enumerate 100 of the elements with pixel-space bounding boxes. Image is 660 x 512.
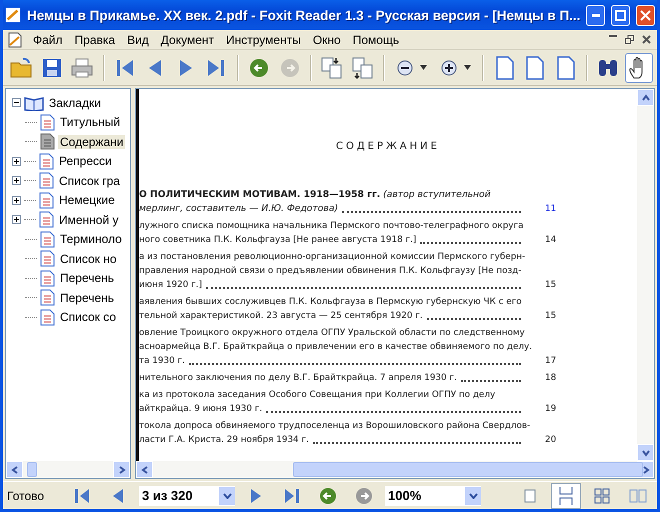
tree-item[interactable]: Немецкие <box>57 193 117 208</box>
plus-icon <box>13 196 20 204</box>
two-pages-icon <box>629 488 647 502</box>
restore-icon <box>625 35 634 44</box>
collapse-toggle[interactable] <box>12 98 21 108</box>
page-number: 18 <box>544 372 558 385</box>
continuous-page-icon <box>559 486 573 504</box>
expand-toggle[interactable] <box>12 156 21 166</box>
page-number: 14 <box>544 234 558 247</box>
continuous-view-button[interactable] <box>551 482 581 508</box>
vertical-scrollbar[interactable] <box>637 89 654 461</box>
document-icon <box>39 211 54 228</box>
rotate-pages-icon <box>350 56 375 80</box>
close-icon <box>640 10 652 20</box>
tree-item[interactable]: Перечень <box>58 271 116 286</box>
tree-item[interactable]: Список со <box>58 310 118 324</box>
expand-toggle[interactable] <box>12 196 21 205</box>
contents-entry-text: ласти Г.А. Криста. 29 ноября 1934 г. <box>139 434 309 447</box>
page-number: 17 <box>544 355 558 368</box>
document-icon <box>40 270 55 287</box>
chevron-up-icon <box>642 94 650 102</box>
tree-item[interactable]: Закладки <box>47 96 103 110</box>
menu-item[interactable]: Помощь <box>346 32 406 46</box>
tree-item[interactable]: Список гра <box>57 174 122 188</box>
menu-item[interactable]: Файл <box>27 32 69 46</box>
document-icon <box>40 114 55 131</box>
expand-toggle[interactable] <box>12 215 21 224</box>
page-icon <box>525 56 546 80</box>
contents-entry-text: нительного заключения по делу В.Г. Брайткрайца. 7 апреля 1930 г. <box>139 372 457 385</box>
tree-item[interactable]: Список но <box>58 252 119 266</box>
menu-item[interactable]: Окно <box>306 32 347 46</box>
printer-icon <box>70 56 94 78</box>
menu-item[interactable]: Инструменты <box>220 32 307 46</box>
chevron-left-icon <box>10 466 18 474</box>
minimize-icon <box>609 35 617 37</box>
close-icon <box>642 35 651 44</box>
document-icon <box>40 308 55 326</box>
menu-item[interactable]: Вид <box>121 32 155 46</box>
caret-down-icon <box>420 65 428 70</box>
tree-item[interactable]: Терминоло <box>58 232 124 246</box>
document-icon <box>40 289 55 306</box>
rotate-pages-icon <box>320 56 344 80</box>
chevron-right-icon <box>642 466 650 474</box>
contents-entry-text: мерлинг, составитель — И.Ю. Федотова) <box>139 202 338 216</box>
document-icon <box>40 133 55 150</box>
maximize-icon <box>615 10 626 20</box>
scrollbar-thumb[interactable] <box>293 462 643 477</box>
minimize-button[interactable] <box>586 4 606 26</box>
horizontal-scrollbar[interactable] <box>6 461 130 478</box>
page-icon <box>556 56 576 80</box>
scrollbar-thumb[interactable] <box>27 462 37 477</box>
tree-item[interactable]: Перечень <box>58 290 116 305</box>
contents-entry-text: ка из протокола заседания Особого Совещания при Коллегии ОГПУ по делу <box>139 389 496 402</box>
contents-entry-text: июня 1920 г.] <box>139 279 202 292</box>
menu-item[interactable]: Документ <box>154 32 220 46</box>
back-circle-icon <box>318 486 338 506</box>
plus-icon <box>13 216 20 224</box>
menu-item[interactable]: Правка <box>68 32 122 46</box>
tree-item[interactable]: Репресси <box>57 154 114 168</box>
contents-entry-text: а из постановления революционно-организационной комиссии Пермского губерн- <box>139 251 526 264</box>
document-logo-icon <box>7 32 23 48</box>
document-icon <box>40 250 55 268</box>
app-logo-icon <box>5 6 21 24</box>
page-link[interactable]: 11 <box>523 202 637 216</box>
contents-entry-text: овление Троицкого окружного отдела ОГПУ Уральской области по следственному <box>139 327 525 340</box>
zoom-out-icon <box>396 58 414 76</box>
back-circle-icon <box>248 56 270 78</box>
contents-entry-text: тельной характеристикой. 23 августа — 25 сентября 1920 г. <box>139 310 423 323</box>
maximize-button[interactable] <box>611 4 630 26</box>
document-icon <box>39 172 54 190</box>
horizontal-scrollbar[interactable] <box>136 461 654 478</box>
contents-entry-text: аявления бывших сослуживцев П.К. Кольфгауза в Пермскую губернскую ЧК с его <box>139 296 522 309</box>
forward-circle-icon <box>354 486 374 506</box>
caret-down-icon <box>222 492 232 498</box>
restore-button[interactable] <box>625 35 634 44</box>
hand-button[interactable] <box>624 52 654 82</box>
page-number-field[interactable]: 3 из 320 <box>139 486 235 506</box>
chevron-down-icon <box>642 448 650 456</box>
caret-down-icon <box>464 65 472 70</box>
zoom-field[interactable]: 100% <box>385 486 481 506</box>
contents-entry-text: айткрайца. 9 июня 1930 г. <box>139 403 262 416</box>
folder-icon <box>9 56 34 80</box>
zoom-in-icon <box>440 58 458 76</box>
contents-entry-text: токола допроса обвиняемого трудпоселенца из Ворошиловского района Свердлов- <box>139 420 530 433</box>
contents-entry-text: асноармейца В.Г. Брайткрайца о привлечении его в качестве обвиняемого по делу. <box>139 341 532 354</box>
tree-item[interactable]: Именной у <box>57 212 121 227</box>
expand-toggle[interactable] <box>12 176 21 186</box>
contents-entry-text: О ПОЛИТИЧЕСКИМ МОТИВАМ. 1918—1958 гг. (автор вступительной <box>139 188 491 202</box>
dot-leader <box>460 380 521 382</box>
contents-entry-text: лужного списка помощника начальника Пермского почтово-телеграфного округа <box>139 220 524 233</box>
tree-item[interactable]: Содержани <box>58 134 126 149</box>
page-heading: СОДЕРЖАНИЕ <box>335 141 441 152</box>
close-button[interactable] <box>642 35 651 44</box>
single-page-icon <box>524 488 536 502</box>
page-number: 15 <box>544 279 558 292</box>
chevron-right-icon <box>118 466 126 474</box>
tree-item[interactable]: Титульный <box>58 115 122 130</box>
document-icon <box>39 152 54 170</box>
plus-icon <box>13 158 20 165</box>
contents-entry-text: ного советника П.К. Кольфгауза [Не ранее августа 1918 г.] <box>139 234 416 247</box>
